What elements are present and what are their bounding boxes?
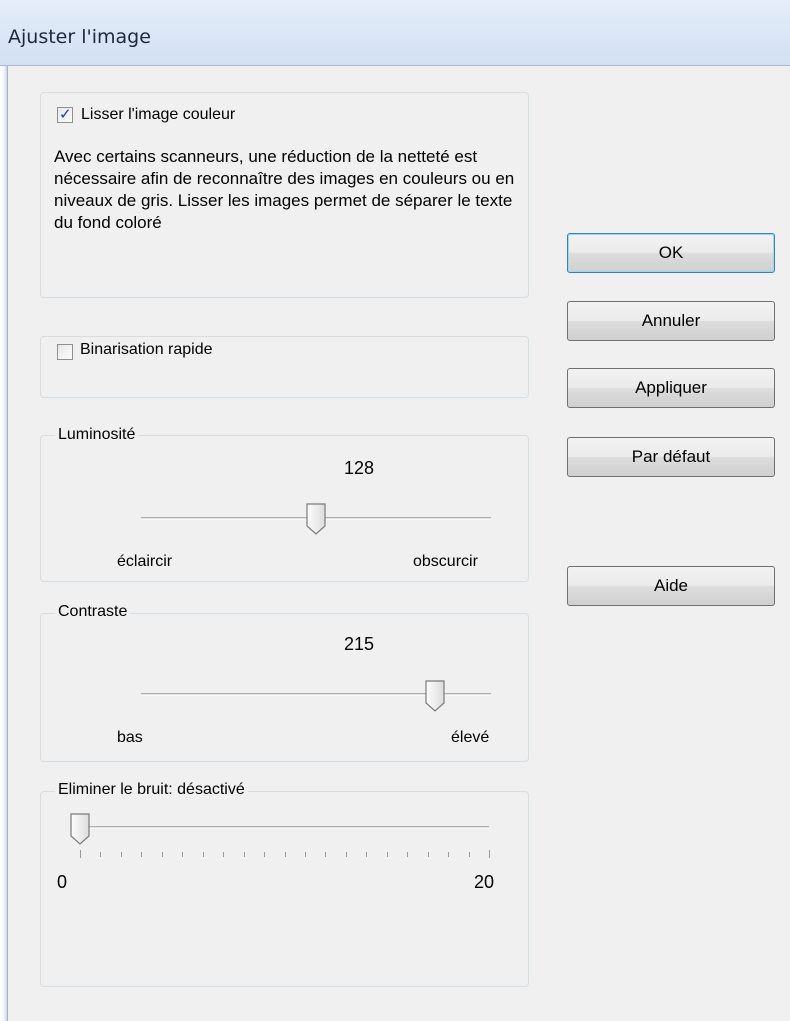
noise-tick [100,852,102,857]
cancel-button[interactable]: Annuler [567,301,775,341]
smooth-checkbox[interactable]: ✓ [57,105,73,123]
noise-slider-thumb[interactable] [69,812,91,846]
window-edge [0,66,7,1021]
noise-tick [80,850,81,858]
noise-tick [182,852,184,857]
contrast-legend: Contraste [55,603,131,621]
help-button[interactable]: Aide [567,566,775,606]
noise-tick [141,852,143,857]
contrast-value: 215 [344,634,375,654]
noise-tick [366,852,368,857]
apply-button[interactable]: Appliquer [567,368,775,408]
noise-tick [468,852,470,857]
noise-tick [489,850,490,858]
noise-track[interactable] [80,826,489,829]
brightness-max-label: obscurcir [413,553,478,570]
checkmark-icon: ✓ [59,105,72,123]
brightness-legend: Luminosité [55,426,139,444]
noise-tick [427,852,429,857]
noise-tick [223,852,225,857]
noise-tick [325,852,327,857]
noise-tick [448,852,450,857]
noise-tick [304,852,306,857]
noise-group [40,791,529,987]
ok-button[interactable]: OK [567,233,775,273]
noise-tick [345,852,347,857]
noise-tick [386,852,388,857]
brightness-min-label: éclaircir [117,553,173,570]
noise-min-label: 0 [57,872,68,892]
smooth-label[interactable]: Lisser l'image couleur [81,106,235,124]
brightness-value: 128 [344,458,375,478]
noise-max-label: 20 [474,872,495,892]
noise-tick [264,852,266,857]
noise-tick [202,852,204,857]
default-button[interactable]: Par défaut [567,437,775,477]
window-title: Ajuster l'image [8,26,151,48]
brightness-slider-thumb[interactable] [305,502,327,536]
noise-tick [243,852,245,857]
noise-tick [284,852,286,857]
binarization-label[interactable]: Binarisation rapide [80,341,217,359]
binarization-checkbox[interactable] [57,344,73,360]
contrast-min-label: bas [117,729,143,746]
smooth-description: Avec certains scanneurs, une réduction d… [54,147,515,232]
noise-legend: Eliminer le bruit: désactivé [55,781,248,799]
title-bar: Ajuster l'image [0,0,790,66]
noise-tick [407,852,409,857]
noise-tick [161,852,163,857]
noise-tick [120,852,122,857]
contrast-slider-thumb[interactable] [424,679,446,713]
contrast-max-label: élevé [451,729,490,746]
